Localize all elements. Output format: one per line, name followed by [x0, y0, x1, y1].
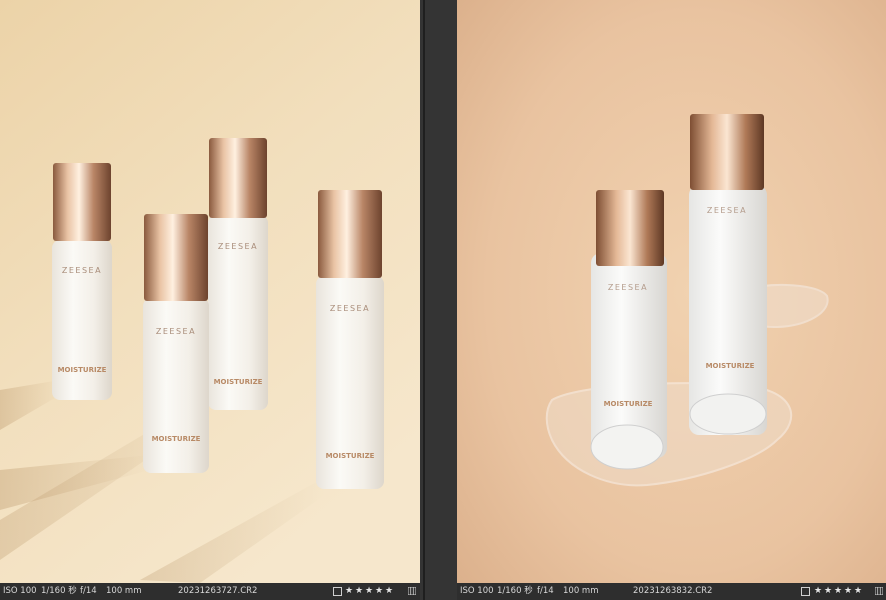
right-info-bar: ISO 100 1/160 秒 f/14 100 mm 20231263832.…: [457, 583, 886, 600]
grid-view-icon[interactable]: [408, 587, 416, 595]
bottle-1: [52, 240, 112, 400]
filename: 20231263727.CR2: [178, 586, 258, 596]
aperture-value: f/14: [80, 586, 97, 596]
left-photo-panel[interactable]: ZEESEA MOISTURIZE ZEESEA MOISTURIZE ZEES…: [0, 0, 420, 600]
grid-view-icon[interactable]: [875, 587, 883, 595]
bottle-1-label: MOISTURIZE: [58, 366, 107, 374]
bottle-3-cap: [144, 214, 208, 301]
bottle-short-brand: ZEESEA: [608, 283, 648, 292]
bottle-3: [143, 298, 209, 473]
star-rating[interactable]: ★ ★ ★ ★ ★: [813, 583, 863, 600]
star-icon[interactable]: ★: [344, 583, 354, 600]
left-info-bar: ISO 100 1/160 秒 f/14 100 mm 20231263727.…: [0, 583, 420, 600]
star-icon[interactable]: ★: [813, 583, 823, 600]
bottle-1-brand: ZEESEA: [62, 266, 102, 275]
bottle-3-brand: ZEESEA: [156, 327, 196, 336]
bottle-tall-brand: ZEESEA: [707, 206, 747, 215]
bottle-tall-label: MOISTURIZE: [706, 362, 755, 370]
star-icon[interactable]: ★: [843, 583, 853, 600]
star-rating[interactable]: ★ ★ ★ ★ ★: [344, 583, 394, 600]
focal-length-value: 100 mm: [106, 586, 142, 596]
bottle-tall-cap: [690, 114, 764, 190]
left-photo[interactable]: ZEESEA MOISTURIZE ZEESEA MOISTURIZE ZEES…: [0, 0, 420, 583]
star-icon[interactable]: ★: [823, 583, 833, 600]
right-photo-panel[interactable]: ZEESEA MOISTURIZE ZEESEA MOISTURIZE ISO …: [457, 0, 886, 600]
bottle-2-label: MOISTURIZE: [214, 378, 263, 386]
bottle-4-label: MOISTURIZE: [326, 452, 375, 460]
bottle-4-cap: [318, 190, 382, 278]
star-icon[interactable]: ★: [833, 583, 843, 600]
bottle-3-label: MOISTURIZE: [152, 435, 201, 443]
star-icon[interactable]: ★: [853, 583, 863, 600]
flag-checkbox[interactable]: [333, 587, 342, 596]
panel-divider: [420, 0, 457, 600]
bottle-short-label: MOISTURIZE: [604, 400, 653, 408]
focal-length-value: 100 mm: [563, 586, 599, 596]
iso-value: ISO 100: [3, 586, 37, 596]
star-icon[interactable]: ★: [374, 583, 384, 600]
aperture-value: f/14: [537, 586, 554, 596]
bottle-short-cap: [596, 190, 664, 266]
compare-view: ZEESEA MOISTURIZE ZEESEA MOISTURIZE ZEES…: [0, 0, 886, 600]
shutter-value: 1/160 秒: [497, 586, 533, 596]
right-photo[interactable]: ZEESEA MOISTURIZE ZEESEA MOISTURIZE: [457, 0, 886, 583]
iso-value: ISO 100: [460, 586, 494, 596]
bottle-2-brand: ZEESEA: [218, 242, 258, 251]
star-icon[interactable]: ★: [384, 583, 394, 600]
flag-checkbox[interactable]: [801, 587, 810, 596]
bottle-4-brand: ZEESEA: [330, 304, 370, 313]
bottle-2-cap: [209, 138, 267, 218]
shutter-value: 1/160 秒: [41, 586, 77, 596]
star-icon[interactable]: ★: [364, 583, 374, 600]
star-icon[interactable]: ★: [354, 583, 364, 600]
filename: 20231263832.CR2: [633, 586, 713, 596]
bottle-1-cap: [53, 163, 111, 241]
